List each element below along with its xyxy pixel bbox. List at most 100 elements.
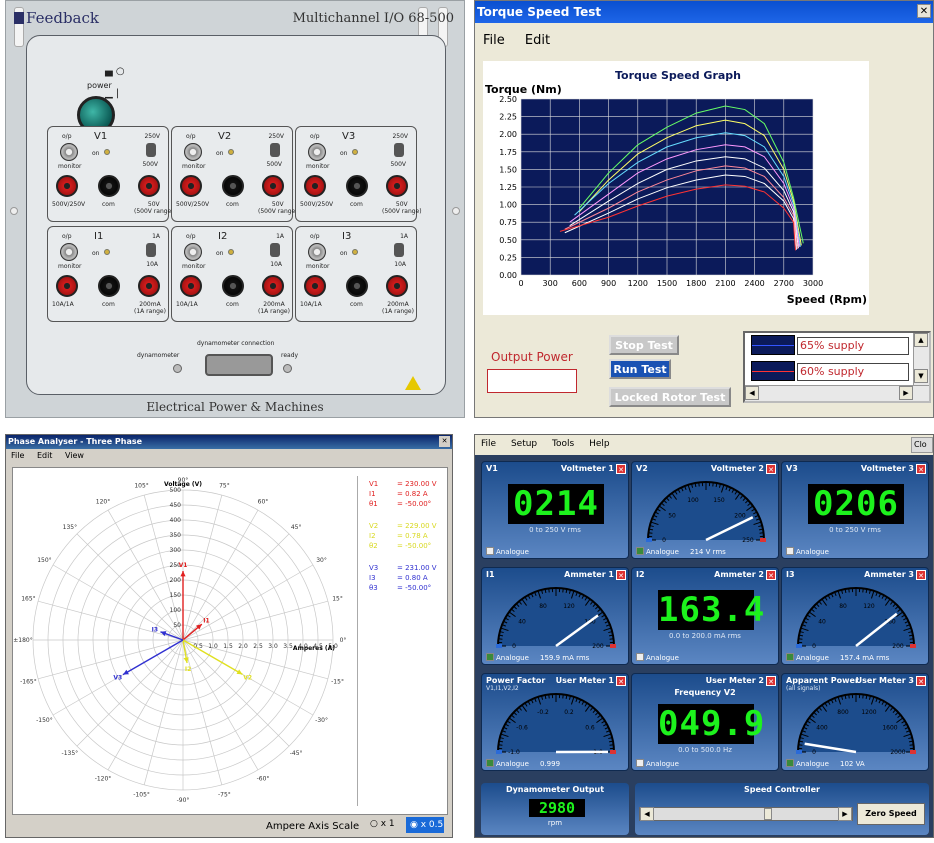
scale-x1-radio[interactable]: ○ x 1 — [370, 819, 395, 829]
scroll-down-icon[interactable]: ▼ — [914, 369, 928, 383]
scale-x05-radio[interactable]: ◉ x 0.5 — [406, 817, 444, 833]
menu-file[interactable]: File — [11, 451, 24, 460]
analogue-checkbox[interactable]: Analogue — [486, 759, 529, 768]
menu-edit[interactable]: Edit — [525, 33, 550, 48]
gauge-tick-label: 1200 — [861, 709, 876, 716]
checkbox-icon[interactable] — [786, 653, 794, 661]
close-icon[interactable]: ✕ — [766, 570, 776, 580]
output-power-field — [487, 369, 577, 393]
menu-file[interactable]: File — [481, 439, 496, 449]
checkbox-icon[interactable] — [786, 759, 794, 767]
menubar: File Edit — [475, 23, 933, 57]
close-icon[interactable]: ✕ — [616, 570, 626, 580]
checkbox-icon[interactable] — [636, 547, 644, 555]
checkbox-icon[interactable] — [486, 547, 494, 555]
module-switch-label: 10A — [394, 261, 406, 268]
close-icon[interactable]: ✕ — [916, 676, 926, 686]
run-test-button[interactable]: Run Test — [609, 359, 671, 379]
menu-file[interactable]: File — [483, 33, 505, 48]
stop-test-button[interactable]: Stop Test — [609, 335, 679, 355]
polar-spoke — [182, 639, 259, 771]
lcd-display: 0214 — [508, 484, 604, 524]
analogue-checkbox[interactable]: Analogue — [486, 547, 529, 556]
menu-tools[interactable]: Tools — [552, 439, 574, 449]
scale-x05-label: x 0.5 — [420, 820, 444, 830]
menu-help[interactable]: Help — [589, 439, 610, 449]
module-led — [228, 249, 234, 255]
analogue-checkbox[interactable]: Analogue — [486, 653, 529, 662]
analog-gauge: 04080120160200 — [796, 587, 916, 650]
close-icon[interactable]: ✕ — [616, 464, 626, 474]
horizontal-scrollbar[interactable]: ◀ ▶ — [745, 385, 929, 401]
menu-setup[interactable]: Setup — [511, 439, 537, 449]
speed-slider[interactable]: ◀ ▶ — [639, 807, 853, 821]
meter-name: Ammeter 1 — [564, 570, 614, 579]
slider-thumb[interactable] — [764, 808, 773, 820]
close-icon[interactable]: ✕ — [439, 436, 450, 447]
analogue-checkbox[interactable]: Analogue — [786, 547, 829, 556]
checkbox-icon[interactable] — [636, 653, 644, 661]
close-icon[interactable]: ✕ — [916, 464, 926, 474]
module-switch-label: 500V — [390, 161, 406, 168]
range-switch[interactable] — [146, 243, 156, 257]
analogue-checkbox[interactable]: Analogue — [786, 759, 829, 768]
range-switch[interactable] — [394, 243, 404, 257]
legend-item[interactable]: 60% supply — [749, 361, 909, 381]
legend-item[interactable]: 65% supply — [749, 335, 909, 355]
range-switch[interactable] — [146, 143, 156, 157]
module-v1: V1 o/p 250V monitor on 500V 500V/250V com 50V (5… — [47, 126, 174, 222]
y-tick-label: 2.00 — [499, 130, 517, 139]
legend-list[interactable]: 65% supply 60% supply ▲ ▼ ◀ ▶ — [743, 331, 931, 403]
close-icon[interactable]: ✕ — [766, 464, 776, 474]
y-tick-label: 0.50 — [499, 236, 517, 245]
module-output-label: o/p — [62, 233, 72, 240]
scroll-up-icon[interactable]: ▲ — [914, 333, 928, 347]
analog-gauge: 04080120160200 — [496, 587, 616, 650]
red-jack — [386, 275, 408, 297]
gauge-tick-label: -1.0 — [508, 749, 520, 756]
gauge-tick — [498, 638, 503, 640]
module-monitor-label: monitor — [182, 263, 206, 270]
checkbox-icon[interactable] — [486, 759, 494, 767]
module-v3: V3 o/p 250V monitor on 500V 500V/250V com 50V (5… — [295, 126, 422, 222]
x-tick-label: 0 — [518, 279, 523, 288]
checkbox-icon[interactable] — [636, 759, 644, 767]
menu-view[interactable]: View — [65, 451, 84, 460]
gauge-tick — [712, 482, 714, 487]
gauge-tick-label: 200 — [892, 643, 904, 650]
readout-label: I1 — [369, 490, 376, 498]
phasor-chart-svg: 0°15°30°45°60°75°90°105°120°135°150°165°… — [13, 477, 346, 804]
analogue-checkbox[interactable]: Analogue — [636, 653, 679, 662]
angle-label: -75° — [218, 792, 231, 799]
window-titlebar: Torque Speed Test ✕ — [475, 1, 933, 23]
polar-spoke — [38, 639, 184, 680]
analogue-checkbox[interactable]: Analogue — [786, 653, 829, 662]
module-range-label: 250V — [392, 133, 408, 140]
close-icon[interactable]: ✕ — [916, 570, 926, 580]
gauge-tick — [548, 588, 550, 593]
slider-left-icon[interactable]: ◀ — [640, 807, 654, 821]
close-icon[interactable]: ✕ — [917, 4, 931, 18]
range-switch[interactable] — [270, 243, 280, 257]
analogue-checkbox[interactable]: Analogue — [636, 759, 679, 768]
slider-right-icon[interactable]: ▶ — [838, 807, 852, 821]
scroll-left-icon[interactable]: ◀ — [745, 386, 759, 400]
close-icon[interactable]: ✕ — [616, 676, 626, 686]
analogue-checkbox[interactable]: Analogue — [636, 547, 679, 556]
range-switch[interactable] — [394, 143, 404, 157]
scroll-right-icon[interactable]: ▶ — [899, 386, 913, 400]
menu-edit[interactable]: Edit — [37, 451, 53, 460]
checkbox-icon[interactable] — [486, 653, 494, 661]
checkbox-icon[interactable] — [786, 547, 794, 555]
close-icon[interactable]: ✕ — [766, 676, 776, 686]
module-name: V3 — [342, 131, 356, 142]
close-button[interactable]: Clo — [911, 437, 933, 453]
voltage-tick-label: 50 — [173, 622, 181, 629]
vertical-scrollbar[interactable]: ▲ ▼ — [913, 333, 929, 385]
phasor-readout: θ3 = -50.00° — [369, 584, 431, 592]
range-switch[interactable] — [270, 143, 280, 157]
bnc-connector — [60, 243, 78, 261]
meter-range: 0 to 250 V rms — [529, 526, 581, 534]
zero-speed-button[interactable]: Zero Speed — [857, 803, 925, 825]
locked-rotor-test-button[interactable]: Locked Rotor Test — [609, 387, 731, 407]
